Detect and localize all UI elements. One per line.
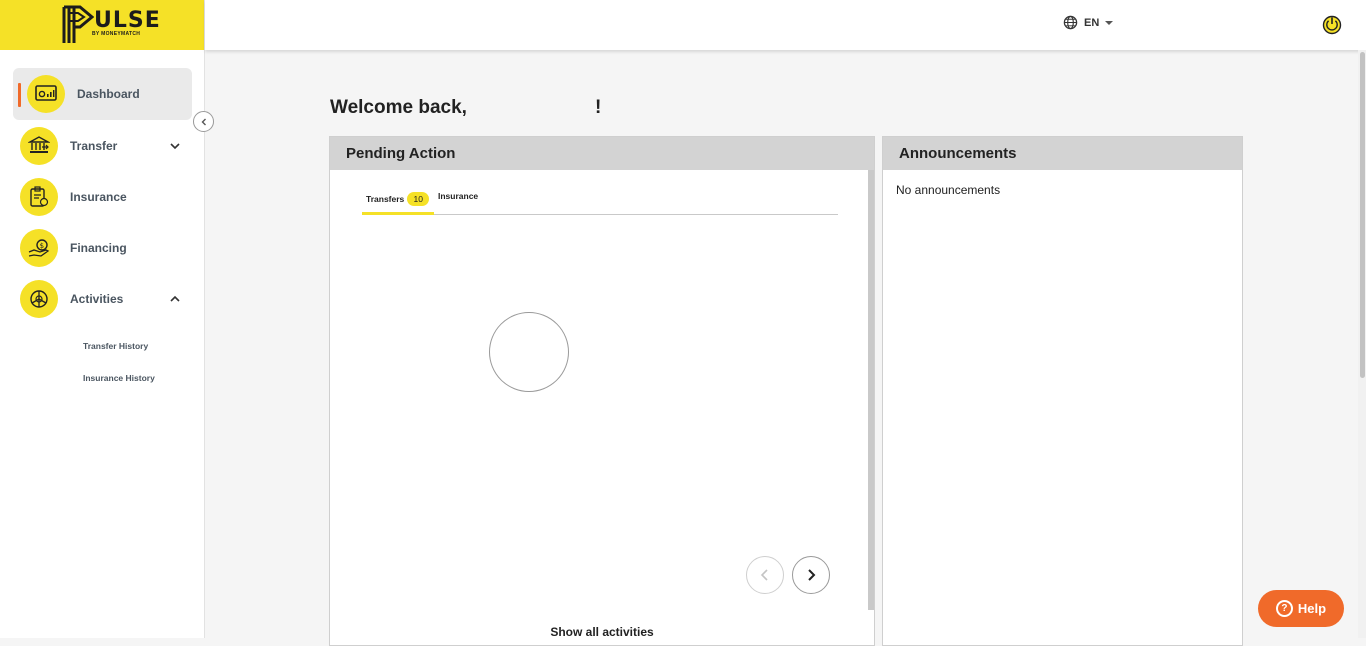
chevron-left-icon (760, 569, 768, 581)
power-icon[interactable] (1321, 13, 1343, 35)
sidebar-item-dashboard[interactable]: Dashboard (13, 68, 192, 120)
chevron-left-icon (201, 118, 206, 125)
tab-label: Insurance (438, 191, 479, 201)
help-label: Help (1297, 601, 1327, 616)
question-icon: ? (1275, 600, 1293, 617)
show-all-activities-link[interactable]: Show all activities (330, 625, 874, 639)
pending-tabs: Transfers 10 Insurance (362, 185, 838, 215)
chevron-right-icon (808, 569, 816, 581)
brand-name: ULSE (94, 8, 161, 33)
dashboard-icon (27, 75, 65, 113)
sidebar-item-label: Transfer (70, 138, 118, 153)
sidebar-item-label: Activities (70, 291, 124, 306)
sidebar-item-label: Dashboard (77, 87, 140, 101)
activities-icon (20, 279, 58, 318)
globe-icon (1063, 15, 1078, 30)
brand-logo[interactable]: ULSE BY MONEYMATCH (0, 0, 204, 50)
tab-label: Transfers (366, 193, 405, 204)
pending-action-title: Pending Action (330, 137, 874, 170)
page-title: Welcome back, ! (330, 97, 601, 119)
chevron-up-icon[interactable] (169, 293, 181, 305)
language-selector[interactable]: EN (1063, 15, 1114, 30)
welcome-text: Welcome back, (330, 97, 467, 118)
page-scrollbar-thumb[interactable] (1360, 52, 1365, 378)
card-scrollbar[interactable] (868, 170, 874, 610)
tab-insurance[interactable]: Insurance (438, 181, 478, 211)
help-button[interactable]: ? Help (1258, 590, 1344, 627)
loading-spinner (489, 312, 569, 392)
sidebar-item-financing[interactable]: $ Financing (0, 222, 205, 273)
sidebar-subitem-transfer-history[interactable]: Transfer History (0, 330, 205, 362)
sidebar-item-insurance[interactable]: Insurance (0, 171, 205, 222)
sidebar-item-activities[interactable]: Activities (0, 273, 205, 324)
tab-transfers[interactable]: Transfers 10 (362, 185, 434, 215)
topbar: EN (205, 0, 1366, 50)
pulse-logo-icon (62, 5, 94, 43)
sidebar-item-label: Financing (70, 240, 127, 255)
financing-icon: $ (20, 228, 58, 267)
previous-button[interactable] (746, 556, 784, 594)
chevron-down-icon[interactable] (169, 140, 181, 152)
announcements-card: Announcements No announcements (882, 136, 1243, 646)
sidebar-nav: Dashboard Transfer Insurance $ Financing (0, 68, 205, 394)
sidebar-collapse-button[interactable] (193, 111, 214, 132)
sidebar-item-transfer[interactable]: Transfer (0, 120, 205, 171)
bank-icon (20, 126, 58, 165)
sidebar-subitem-insurance-history[interactable]: Insurance History (0, 362, 205, 394)
language-label: EN (1084, 16, 1100, 29)
svg-text:$: $ (40, 242, 44, 250)
empty-state-text: No announcements (896, 183, 1001, 197)
next-button[interactable] (792, 556, 830, 594)
brand-tagline: BY MONEYMATCH (92, 31, 141, 37)
pending-action-card: Pending Action Transfers 10 Insurance Sh… (329, 136, 875, 646)
welcome-suffix: ! (595, 97, 602, 118)
count-badge: 10 (407, 191, 430, 206)
insurance-icon (20, 177, 58, 216)
announcements-title: Announcements (883, 137, 1242, 170)
sidebar: ULSE BY MONEYMATCH Dashboard Transfer In… (0, 0, 205, 638)
sidebar-item-label: Insurance (70, 189, 127, 204)
caret-down-icon (1105, 20, 1114, 25)
